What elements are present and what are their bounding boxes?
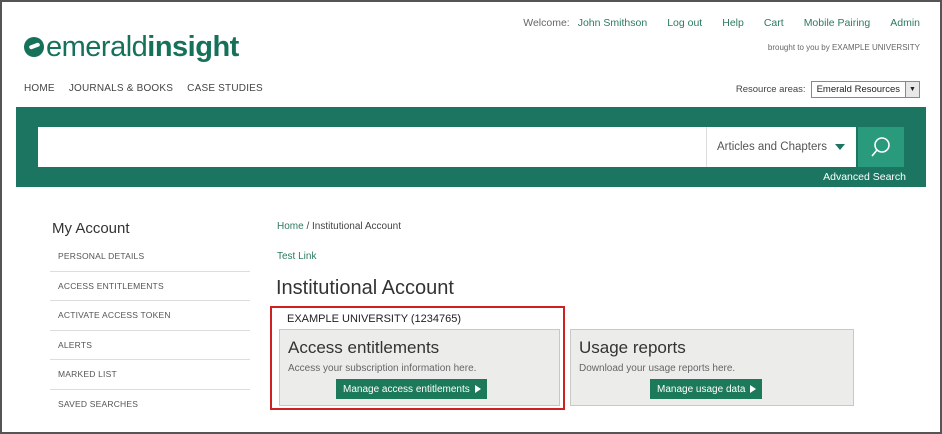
- usage-card-title: Usage reports: [579, 338, 686, 357]
- breadcrumb-current: Institutional Account: [312, 221, 401, 232]
- resource-areas-select[interactable]: Emerald Resources ▼: [810, 81, 920, 98]
- emerald-logo-icon: [24, 37, 44, 57]
- sidebar-item-alerts[interactable]: ALERTS: [50, 331, 250, 360]
- usage-card-description: Download your usage reports here.: [579, 363, 736, 374]
- page-title: Institutional Account: [276, 277, 454, 299]
- resource-areas: Resource areas: Emerald Resources ▼: [736, 81, 920, 98]
- test-link[interactable]: Test Link: [277, 251, 316, 262]
- search-input[interactable]: [38, 127, 706, 167]
- logo-text-emerald: emerald: [46, 30, 148, 63]
- sidebar-item-saved-searches[interactable]: SAVED SEARCHES: [50, 390, 250, 420]
- manage-access-button-label: Manage access entitlements: [343, 383, 470, 395]
- play-arrow-icon: [474, 385, 481, 393]
- account-sidebar: My Account PERSONAL DETAILS ACCESS ENTIT…: [50, 220, 250, 419]
- logo-text-insight: insight: [147, 30, 239, 63]
- breadcrumb-home[interactable]: Home: [277, 221, 304, 232]
- breadcrumb: Home / Institutional Account: [277, 221, 401, 232]
- cart-link[interactable]: Cart: [764, 17, 784, 29]
- advanced-search-link[interactable]: Advanced Search: [823, 171, 906, 183]
- manage-usage-button-label: Manage usage data: [657, 383, 746, 395]
- admin-link[interactable]: Admin: [890, 17, 920, 29]
- top-utility-nav: Welcome: John Smithson Log out Help Cart…: [503, 17, 920, 29]
- main-nav: HOME JOURNALS & BOOKS CASE STUDIES: [24, 83, 277, 94]
- sidebar-item-personal-details[interactable]: PERSONAL DETAILS: [50, 242, 250, 272]
- resource-areas-value: Emerald Resources: [816, 84, 900, 95]
- user-name-link[interactable]: John Smithson: [578, 17, 647, 29]
- access-card-title: Access entitlements: [288, 338, 440, 357]
- play-arrow-icon: [750, 385, 757, 393]
- access-entitlements-card: Access entitlements Access your subscrip…: [279, 329, 560, 406]
- nav-home[interactable]: HOME: [24, 83, 55, 94]
- sidebar-item-activate-access-token[interactable]: ACTIVATE ACCESS TOKEN: [50, 301, 250, 331]
- sidebar-title: My Account: [52, 220, 130, 237]
- emerald-insight-logo[interactable]: emeraldinsight: [24, 30, 239, 64]
- search-scope-label: Articles and Chapters: [717, 141, 827, 153]
- search-scope-dropdown[interactable]: Articles and Chapters: [706, 127, 856, 167]
- manage-usage-data-button[interactable]: Manage usage data: [650, 379, 763, 399]
- breadcrumb-separator: /: [303, 221, 313, 232]
- institution-name: EXAMPLE UNIVERSITY (1234765): [287, 313, 462, 325]
- search-icon: [871, 137, 890, 157]
- caret-down-icon: [834, 144, 845, 150]
- brought-to-you-by: brought to you by EXAMPLE UNIVERSITY: [767, 43, 920, 52]
- nav-journals-books[interactable]: JOURNALS & BOOKS: [69, 83, 173, 94]
- search-button[interactable]: [858, 127, 904, 167]
- search-banner: Articles and Chapters Advanced Search: [16, 107, 926, 187]
- resource-areas-label: Resource areas:: [735, 84, 806, 95]
- logout-link[interactable]: Log out: [667, 17, 702, 29]
- dropdown-arrow-icon: ▼: [905, 82, 919, 97]
- usage-reports-card: Usage reports Download your usage report…: [570, 329, 854, 406]
- welcome-label: Welcome:: [523, 17, 570, 29]
- manage-access-entitlements-button[interactable]: Manage access entitlements: [336, 379, 487, 399]
- sidebar-item-marked-list[interactable]: MARKED LIST: [50, 360, 250, 390]
- access-card-description: Access your subscription information her…: [288, 363, 477, 374]
- help-link[interactable]: Help: [722, 17, 744, 29]
- mobile-pairing-link[interactable]: Mobile Pairing: [804, 17, 871, 29]
- sidebar-item-access-entitlements[interactable]: ACCESS ENTITLEMENTS: [50, 272, 250, 301]
- nav-case-studies[interactable]: CASE STUDIES: [187, 83, 263, 94]
